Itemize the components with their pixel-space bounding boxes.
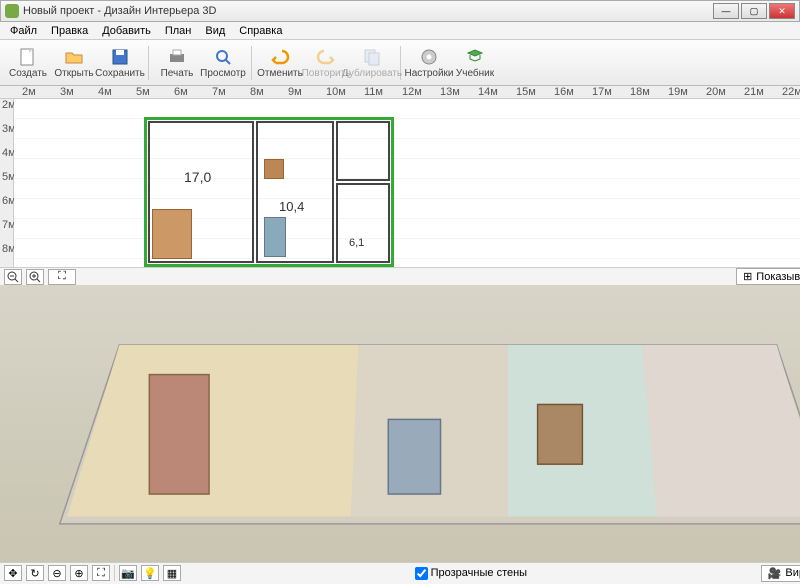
dimensions-icon: ⊞ [743,270,752,283]
menu-plan[interactable]: План [159,23,198,39]
show-all-dimensions-button[interactable]: ⊞Показывать все размеры [736,268,800,285]
ruler-horizontal: 2м3м4м5м6м7м8м9м10м11м12м13м14м15м16м17м… [0,86,800,99]
settings-button[interactable]: Настройки [407,43,451,83]
close-button[interactable]: ✕ [769,3,795,19]
new-button[interactable]: Создать [6,43,50,83]
menu-add[interactable]: Добавить [96,23,157,39]
view-3d[interactable]: ✥ ↻ ⊖ ⊕ ⛶ 📷 💡 ▦ Прозрачные стены 🎥Виртуа… [0,285,800,584]
duplicate-button[interactable]: Дублировать [350,43,394,83]
room-area-3: 6,1 [349,237,364,249]
room-area-1: 17,0 [184,169,211,185]
plan-2d-view[interactable]: 17,0 10,4 6,1 [14,99,800,267]
view3d-controls: ✥ ↻ ⊖ ⊕ ⛶ 📷 💡 ▦ Прозрачные стены 🎥Виртуа… [0,562,800,584]
window-title: Новый проект - Дизайн Интерьера 3D [23,5,713,17]
tutorial-button[interactable]: Учебник [453,43,497,83]
light-button[interactable]: 💡 [141,565,159,581]
zoom-fit-button[interactable]: ⛶ [48,269,76,285]
3d-zoom-in-button[interactable]: ⊕ [70,565,88,581]
canvas-area: 2м3м4м5м6м7м8м9м10м11м12м13м14м15м16м17м… [0,86,800,524]
view-mode-button[interactable]: ▦ [163,565,181,581]
menu-edit[interactable]: Правка [45,23,94,39]
camera-button[interactable]: 📷 [119,565,137,581]
zoom-in-button[interactable] [26,269,44,285]
menu-view[interactable]: Вид [199,23,231,39]
3d-zoom-fit-button[interactable]: ⛶ [92,565,110,581]
app-icon [5,4,19,18]
ruler-vertical: 2м3м4м5м6м7м8м [0,99,14,267]
toolbar: Создать Открыть Сохранить Печать Просмот… [0,40,800,86]
zoom-out-button[interactable] [4,269,22,285]
3d-zoom-out-button[interactable]: ⊖ [48,565,66,581]
maximize-button[interactable]: ▢ [741,3,767,19]
print-button[interactable]: Печать [155,43,199,83]
open-button[interactable]: Открыть [52,43,96,83]
undo-button[interactable]: Отменить [258,43,302,83]
plan-controls: ⛶ ⊞Показывать все размеры [0,267,800,285]
save-button[interactable]: Сохранить [98,43,142,83]
virtual-visit-button[interactable]: 🎥Виртуальный визит [761,565,800,582]
room-area-2: 10,4 [279,199,304,214]
transparent-walls-checkbox[interactable]: Прозрачные стены [415,567,527,580]
titlebar: Новый проект - Дизайн Интерьера 3D — ▢ ✕ [0,0,800,22]
preview-button[interactable]: Просмотр [201,43,245,83]
menu-file[interactable]: Файл [4,23,43,39]
pan-button[interactable]: ✥ [4,565,22,581]
rotate-button[interactable]: ↻ [26,565,44,581]
minimize-button[interactable]: — [713,3,739,19]
menu-help[interactable]: Справка [233,23,288,39]
camera-icon: 🎥 [768,567,782,580]
menubar: Файл Правка Добавить План Вид Справка [0,22,800,40]
